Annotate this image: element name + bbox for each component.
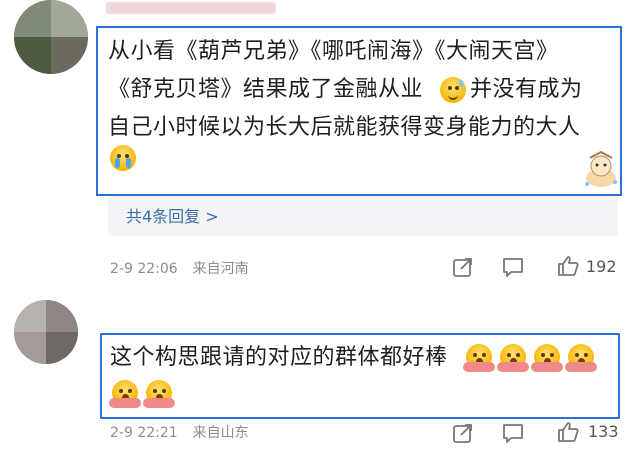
comment-location: 来自河南 — [192, 261, 249, 277]
highlight-box — [96, 26, 622, 196]
comment-icon[interactable] — [502, 256, 524, 278]
comment-meta: 2-9 22:21 来自山东 — [110, 422, 249, 442]
like-count: 133 — [588, 422, 619, 441]
avatar[interactable] — [14, 0, 88, 74]
like-icon[interactable] — [556, 254, 580, 278]
like-count: 192 — [586, 257, 617, 276]
share-icon[interactable] — [452, 256, 474, 278]
view-replies-link[interactable]: 共4条回复 > — [126, 203, 219, 227]
username-blurred[interactable] — [106, 2, 276, 14]
share-icon[interactable] — [452, 422, 474, 444]
comment-date: 2-9 22:06 — [110, 261, 178, 277]
highlight-box — [100, 333, 620, 419]
comment-location: 来自山东 — [192, 425, 249, 441]
comment-meta: 2-9 22:06 来自河南 — [110, 258, 249, 278]
like-icon[interactable] — [556, 420, 580, 444]
comment-date: 2-9 22:21 — [110, 425, 178, 441]
comment-icon[interactable] — [502, 422, 524, 444]
avatar[interactable] — [14, 300, 78, 364]
